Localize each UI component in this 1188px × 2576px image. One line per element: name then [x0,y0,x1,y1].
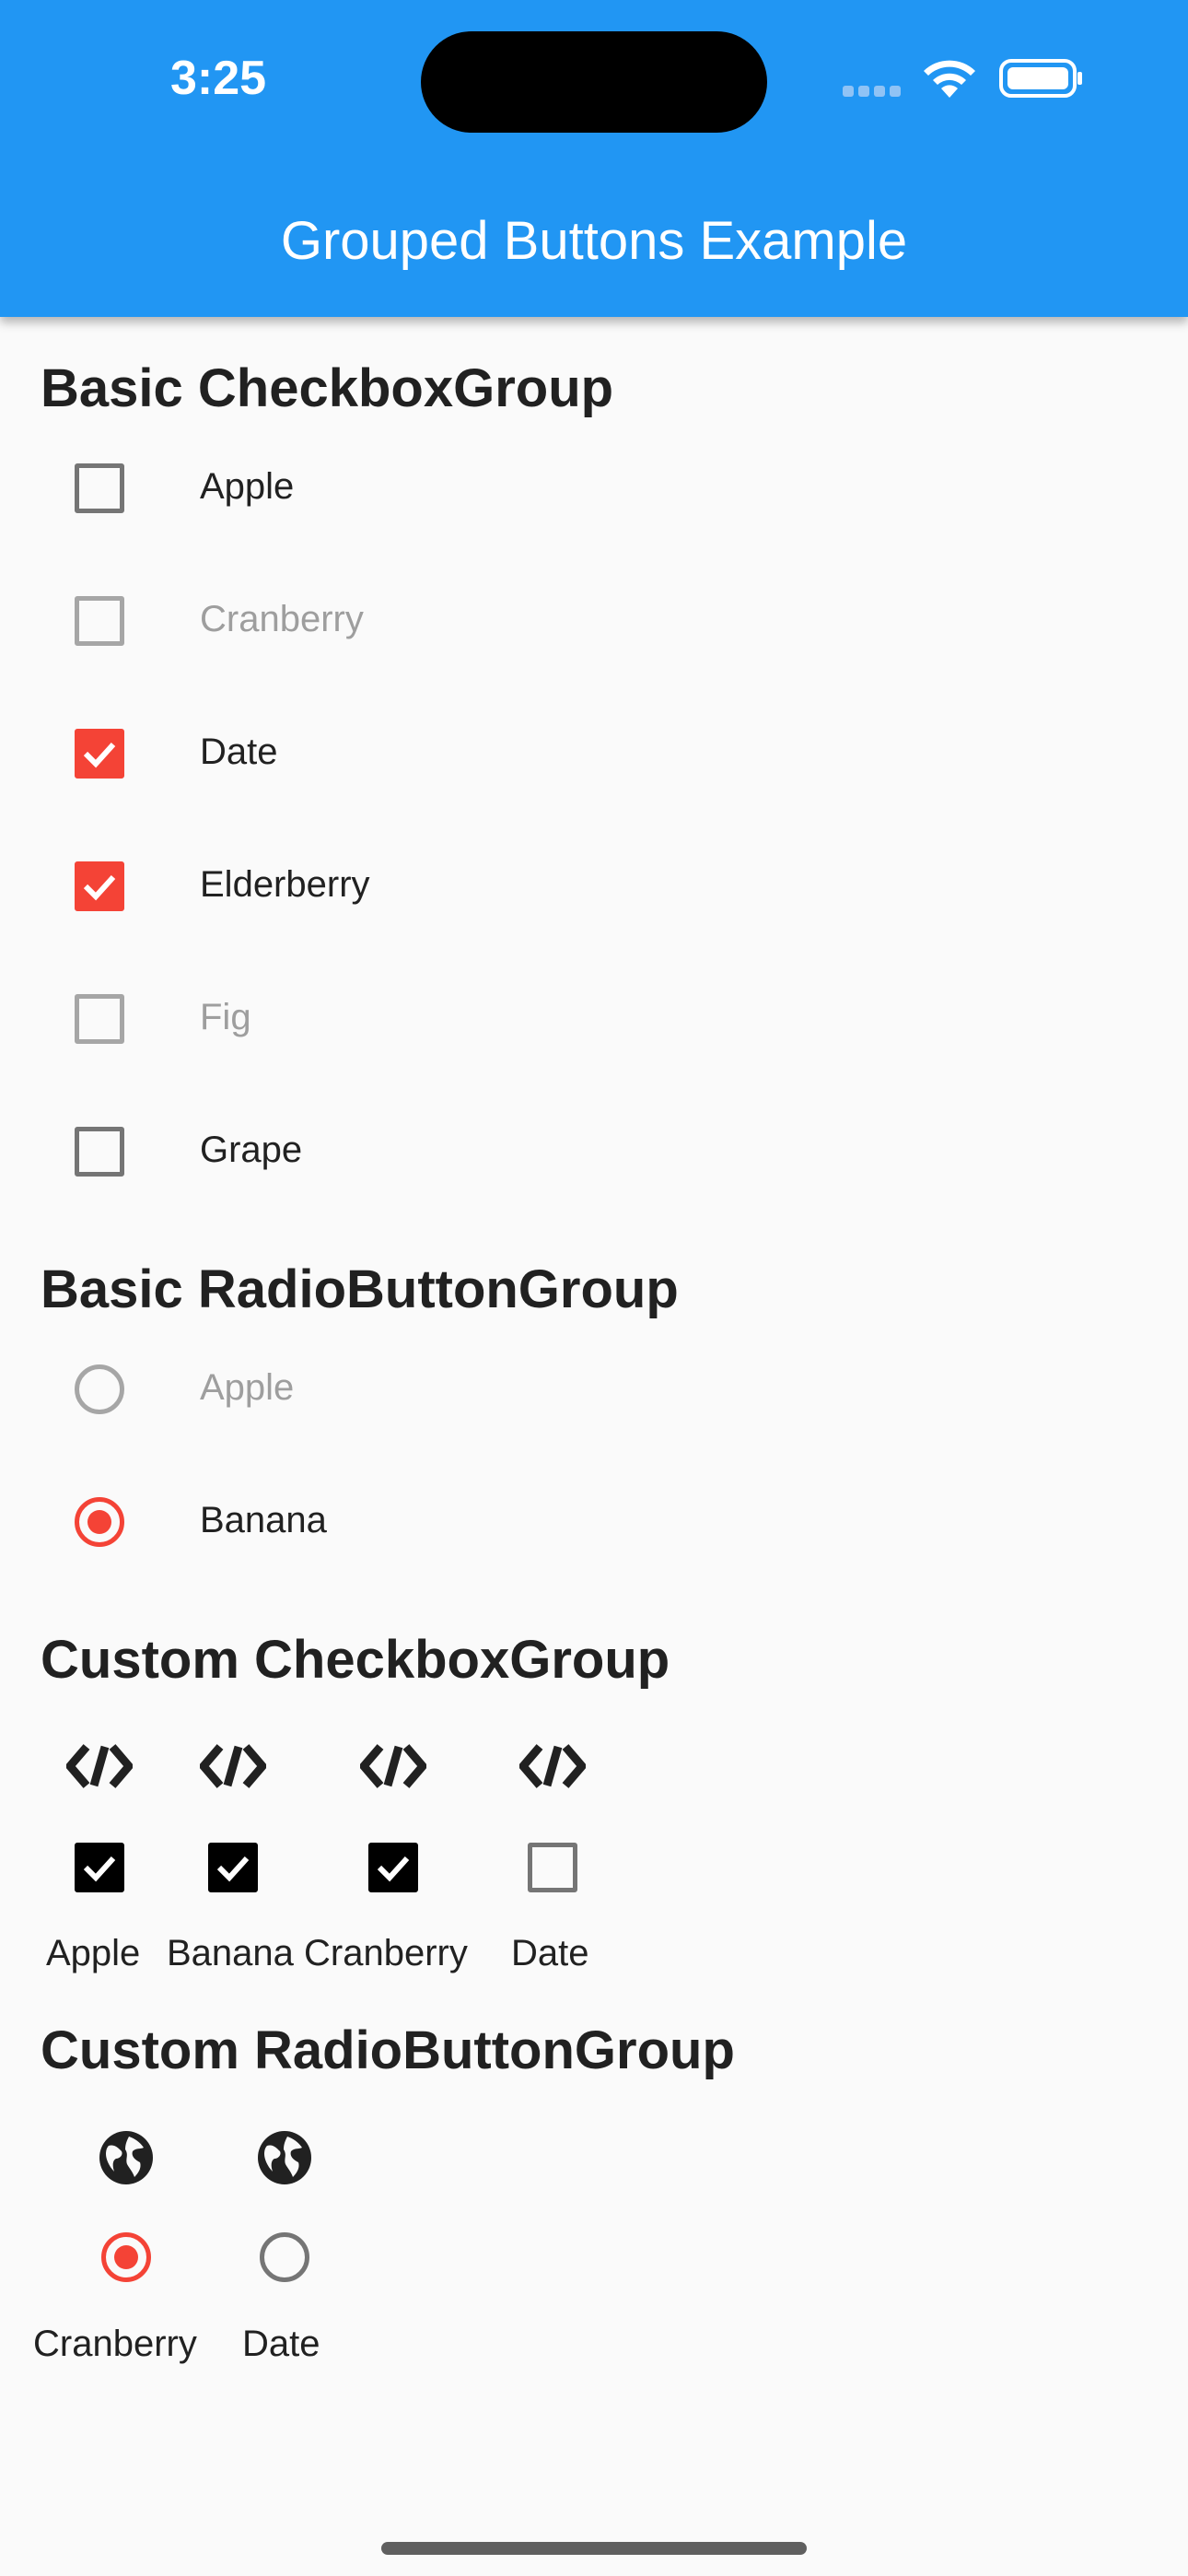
radio-apple [75,1364,124,1414]
radio-label: Banana [200,1500,327,1540]
home-indicator[interactable] [381,2542,807,2555]
radio-row-apple: Apple [0,1323,1188,1456]
custom-radio-label: Cranberry [33,2324,197,2364]
custom-checkbox-date[interactable] [528,1843,577,1892]
code-icon [200,1744,266,1788]
status-time: 3:25 [170,52,267,105]
checkbox-fig [75,994,124,1044]
globe-icon [99,2131,153,2184]
checkbox-row-elderberry[interactable]: Elderberry [0,820,1188,953]
checkbox-elderberry[interactable] [75,861,124,911]
radio-row-banana[interactable]: Banana [0,1456,1188,1588]
wifi-icon [924,60,975,98]
radio-banana[interactable] [75,1497,124,1547]
checkbox-grape[interactable] [75,1127,124,1177]
checkmark-icon [377,1856,410,1882]
custom-checkbox-label: Date [511,1933,589,1973]
custom-checkbox-label: Apple [46,1933,141,1973]
checkbox-row-date[interactable]: Date [0,687,1188,820]
signal-icon [843,85,905,101]
custom-radio-label: Date [242,2324,320,2364]
section-title-custom-checkbox: Custom CheckboxGroup [41,1630,670,1690]
checkbox-label: Grape [200,1130,303,1170]
battery-icon [999,59,1082,98]
code-icon [360,1744,426,1788]
checkbox-label: Apple [200,466,295,507]
page-title: Grouped Buttons Example [280,211,908,271]
checkmark-icon [83,874,116,901]
checkbox-row-fig: Fig [0,953,1188,1085]
code-icon [66,1744,133,1788]
custom-radio-date[interactable] [260,2232,309,2282]
code-icon [519,1744,586,1788]
checkbox-row-grape[interactable]: Grape [0,1085,1188,1218]
checkmark-icon [83,1856,116,1882]
checkbox-cranberry [75,596,124,646]
custom-radio-cranberry[interactable] [101,2232,151,2282]
custom-checkbox-label: Banana [167,1933,294,1973]
checkbox-row-apple[interactable]: Apple [0,422,1188,555]
radio-label: Apple [200,1367,295,1408]
checkbox-label: Elderberry [200,864,370,905]
checkbox-label: Fig [200,997,251,1037]
checkmark-icon [83,742,116,768]
custom-checkbox-cranberry[interactable] [368,1843,418,1892]
section-title-basic-radio: Basic RadioButtonGroup [41,1259,679,1319]
custom-checkbox-apple[interactable] [75,1843,124,1892]
custom-checkbox-banana[interactable] [208,1843,258,1892]
checkbox-date[interactable] [75,729,124,779]
checkbox-apple[interactable] [75,463,124,513]
checkbox-label: Cranberry [200,599,364,639]
globe-icon [258,2131,311,2184]
checkmark-icon [216,1856,250,1882]
section-title-basic-checkbox: Basic CheckboxGroup [41,358,614,418]
section-title-custom-radio: Custom RadioButtonGroup [41,2020,735,2080]
checkbox-row-cranberry: Cranberry [0,555,1188,687]
checkbox-label: Date [200,732,278,772]
custom-checkbox-label: Cranberry [304,1933,468,1973]
app-bar: 3:25 Grouped Buttons Example [0,0,1188,317]
dynamic-island [421,31,767,133]
